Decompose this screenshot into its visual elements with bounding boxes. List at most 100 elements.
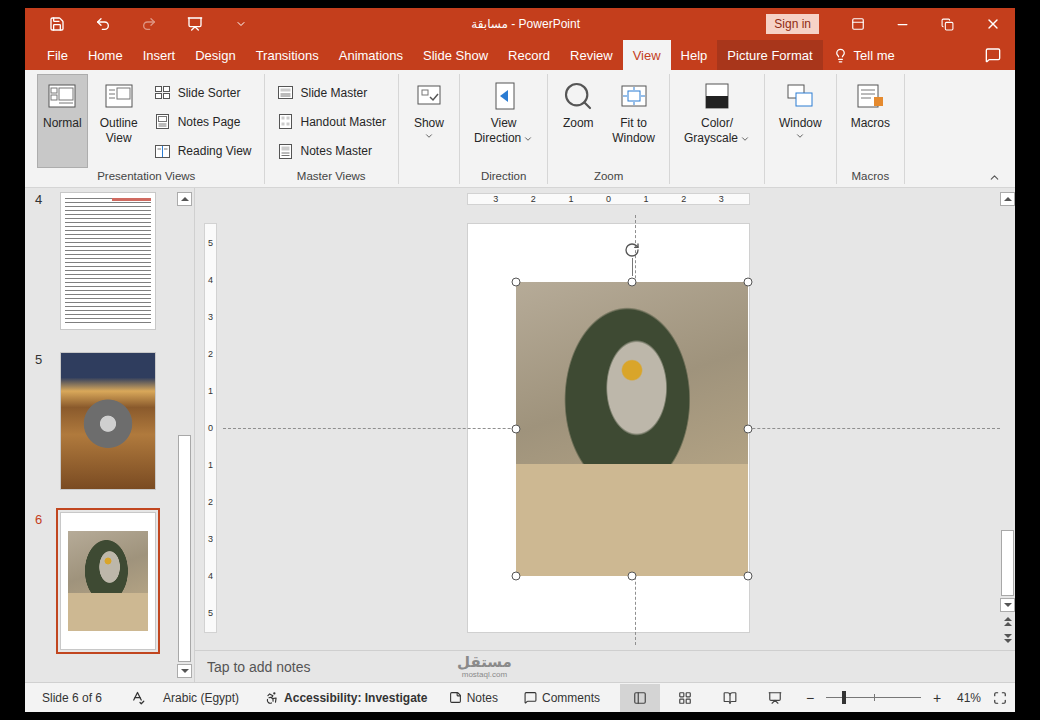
notes-icon (449, 691, 462, 704)
ribbon-group: Show (399, 74, 460, 184)
resize-handle[interactable] (744, 424, 753, 433)
picture[interactable] (516, 282, 748, 576)
slide-sorter-icon (154, 84, 171, 101)
comment-icon (985, 47, 1001, 63)
ribbon-large-button[interactable]: ViewDirection (468, 74, 539, 168)
resize-handle[interactable] (744, 277, 753, 286)
ribbon-tab[interactable]: Insert (133, 40, 186, 70)
slide-number: 5 (35, 348, 56, 367)
ribbon-small-button[interactable]: Notes Master (273, 140, 390, 163)
quick-access-button[interactable] (185, 12, 205, 36)
ribbon-tab[interactable]: Animations (329, 40, 413, 70)
scroll-down-button[interactable] (177, 664, 192, 678)
ribbon-tab[interactable]: Help (671, 40, 718, 70)
ribbon-small-button[interactable]: Slide Sorter (150, 81, 256, 104)
ribbon-tab[interactable]: Transitions (246, 40, 329, 70)
ribbon-large-button[interactable]: Show (407, 74, 451, 168)
scroll-thumb[interactable] (1001, 530, 1014, 596)
ribbon-small-button[interactable]: Slide Master (273, 81, 390, 104)
ribbon-large-button[interactable]: Normal (37, 74, 88, 168)
ribbon-large-button[interactable]: Zoom (556, 74, 600, 168)
next-slide-button[interactable] (1000, 631, 1015, 646)
scroll-thumb[interactable] (178, 435, 191, 662)
notes-pane[interactable]: Tap to add notesمستقلmostaql.com (195, 650, 1015, 682)
view-button[interactable] (620, 684, 660, 712)
tell-me-box[interactable]: Tell me (823, 40, 905, 70)
ribbon-tab[interactable]: Home (78, 40, 133, 70)
close-icon (985, 16, 1001, 32)
editor-scrollbar[interactable] (1000, 188, 1015, 650)
minimize-button[interactable] (880, 8, 925, 40)
resize-handle[interactable] (512, 277, 521, 286)
ribbon-tab[interactable]: View (623, 40, 671, 70)
ribbon-large-button[interactable]: OutlineView (94, 74, 144, 168)
ribbon-tab[interactable]: Picture Format (717, 40, 822, 70)
resize-handle[interactable] (512, 424, 521, 433)
ribbon-display-icon (851, 17, 865, 31)
zoom-in-button[interactable]: + (930, 690, 944, 706)
sign-in-button[interactable]: Sign in (766, 14, 819, 34)
comments-status-button[interactable]: Comments (524, 691, 600, 705)
slide-show-icon (768, 691, 782, 705)
quick-access-button[interactable] (231, 12, 251, 36)
scroll-track[interactable] (177, 208, 192, 662)
resize-handle[interactable] (744, 571, 753, 580)
ribbon-small-button[interactable]: Reading View (150, 140, 256, 163)
rotate-handle[interactable] (624, 242, 640, 276)
collapse-icon (988, 171, 1001, 184)
zoom-slider[interactable] (826, 697, 921, 698)
restore-button[interactable] (925, 8, 970, 40)
ribbon-large-button[interactable]: Fit toWindow (606, 74, 661, 168)
notes-button[interactable]: Notes (449, 691, 498, 705)
collapse-ribbon-button[interactable] (988, 171, 1001, 184)
previous-slide-icon (1003, 616, 1013, 627)
normal-view-icon (46, 80, 78, 112)
view-button[interactable] (665, 684, 705, 712)
close-button[interactable] (970, 8, 1015, 40)
fit-slide-button[interactable] (993, 691, 1007, 705)
language[interactable]: Arabic (Egypt) (163, 691, 239, 705)
zoom-out-button[interactable]: − (803, 690, 817, 706)
quick-access-button[interactable] (93, 12, 113, 36)
ribbon-group: MacrosMacros (837, 74, 905, 184)
slide-thumbnail[interactable]: 5 (35, 348, 177, 494)
quick-access-button[interactable] (47, 12, 67, 36)
comments-button[interactable] (985, 40, 1015, 70)
scroll-down-button[interactable] (1000, 598, 1015, 612)
slide-number: 4 (35, 188, 56, 207)
scroll-track[interactable] (1000, 208, 1015, 596)
ribbon-display-button[interactable] (835, 8, 880, 40)
view-button[interactable] (710, 684, 750, 712)
previous-slide-button[interactable] (1000, 614, 1015, 629)
resize-handle[interactable] (628, 571, 637, 580)
slide-thumbnails-pane: 4 5 6 (25, 188, 195, 682)
accessibility-button[interactable]: Accessibility: Investigate (265, 691, 427, 705)
zoom-level[interactable]: 41% (949, 691, 989, 705)
ribbon-large-button[interactable]: Color/Grayscale (678, 74, 756, 168)
zoom-slider-thumb[interactable] (842, 691, 846, 704)
handout-master-icon (277, 113, 294, 130)
thumbnail-scrollbar[interactable] (177, 188, 192, 682)
ribbon-group: Window (765, 74, 837, 184)
ribbon-tab[interactable]: Slide Show (413, 40, 498, 70)
fit-slide-icon (993, 691, 1007, 705)
slide-thumbnail[interactable]: 4 (35, 188, 177, 334)
view-button[interactable] (755, 684, 795, 712)
ribbon-small-button[interactable]: Notes Page (150, 110, 256, 133)
resize-handle[interactable] (512, 571, 521, 580)
ribbon-tab[interactable]: Design (185, 40, 245, 70)
slide-thumbnail[interactable]: 6 (35, 508, 177, 654)
scroll-up-button[interactable] (1000, 192, 1015, 206)
resize-handle[interactable] (628, 277, 637, 286)
ribbon-large-button[interactable]: Macros (845, 74, 896, 168)
slide-number: 6 (35, 508, 56, 527)
ribbon-tab[interactable]: File (37, 40, 78, 70)
spelling-button[interactable] (130, 690, 145, 705)
scroll-up-button[interactable] (177, 192, 192, 206)
undo-icon (95, 16, 111, 32)
ribbon-small-button[interactable]: Handout Master (273, 110, 390, 133)
ribbon-tab[interactable]: Review (560, 40, 623, 70)
ribbon-large-button[interactable]: Window (773, 74, 828, 168)
document-thumbnail-content (65, 198, 151, 324)
ribbon-tab[interactable]: Record (498, 40, 560, 70)
